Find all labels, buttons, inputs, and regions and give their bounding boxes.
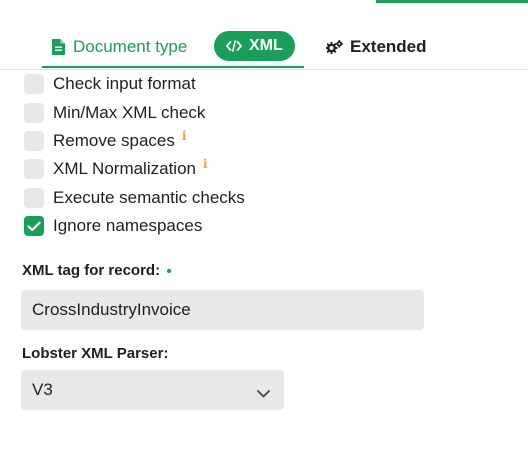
active-tab-underline	[42, 66, 304, 68]
parser-select-value: V3	[32, 380, 53, 399]
option-label: Min/Max XML check	[53, 102, 206, 122]
checkbox[interactable]	[24, 130, 44, 151]
option-remove-spaces[interactable]: Remove spaces i	[24, 127, 504, 155]
xml-tag-label: XML tag for record:	[22, 262, 172, 279]
tab-xml-label: XML	[249, 37, 283, 54]
checkbox[interactable]	[24, 102, 44, 123]
option-label: Remove spaces	[53, 130, 175, 150]
checkbox[interactable]	[24, 187, 44, 208]
option-min-max-xml-check[interactable]: Min/Max XML check	[24, 98, 504, 126]
option-execute-semantic-checks[interactable]: Execute semantic checks	[24, 184, 504, 212]
code-icon	[226, 40, 242, 52]
top-accent-bar	[376, 0, 528, 3]
required-indicator	[167, 269, 172, 274]
tab-extended-label: Extended	[350, 37, 427, 56]
option-ignore-namespaces[interactable]: Ignore namespaces	[24, 212, 504, 240]
option-check-input-format[interactable]: Check input format	[24, 70, 504, 98]
checkbox[interactable]	[24, 159, 44, 180]
option-label: XML Normalization	[53, 159, 196, 179]
parser-select[interactable]: V3	[21, 370, 284, 410]
options-list: Check input format Min/Max XML check Rem…	[24, 70, 504, 240]
checkbox[interactable]	[24, 74, 44, 95]
info-icon[interactable]: i	[182, 129, 187, 143]
checkbox-checked[interactable]	[24, 216, 44, 237]
info-icon[interactable]: i	[203, 157, 208, 171]
option-label: Execute semantic checks	[53, 187, 245, 207]
tab-bar: Document type XML Extended	[0, 27, 528, 70]
parser-label: Lobster XML Parser:	[22, 345, 169, 362]
document-icon	[52, 39, 65, 55]
option-label: Check input format	[53, 74, 196, 94]
tab-extended[interactable]: Extended	[326, 27, 427, 67]
gears-icon	[326, 40, 343, 54]
check-icon	[27, 221, 41, 231]
xml-tag-label-text: XML tag for record:	[22, 262, 161, 279]
xml-settings-panel: Document type XML Extended Check input f…	[0, 0, 528, 452]
tab-document-type[interactable]: Document type	[42, 27, 197, 67]
xml-tag-input-value: CrossIndustryInvoice	[32, 300, 191, 319]
chevron-down-icon	[257, 383, 270, 403]
option-xml-normalization[interactable]: XML Normalization i	[24, 155, 504, 183]
option-label: Ignore namespaces	[53, 216, 203, 236]
tab-xml[interactable]: XML	[214, 31, 295, 61]
xml-tag-input[interactable]: CrossIndustryInvoice	[21, 290, 424, 330]
tab-document-type-label: Document type	[73, 37, 188, 56]
